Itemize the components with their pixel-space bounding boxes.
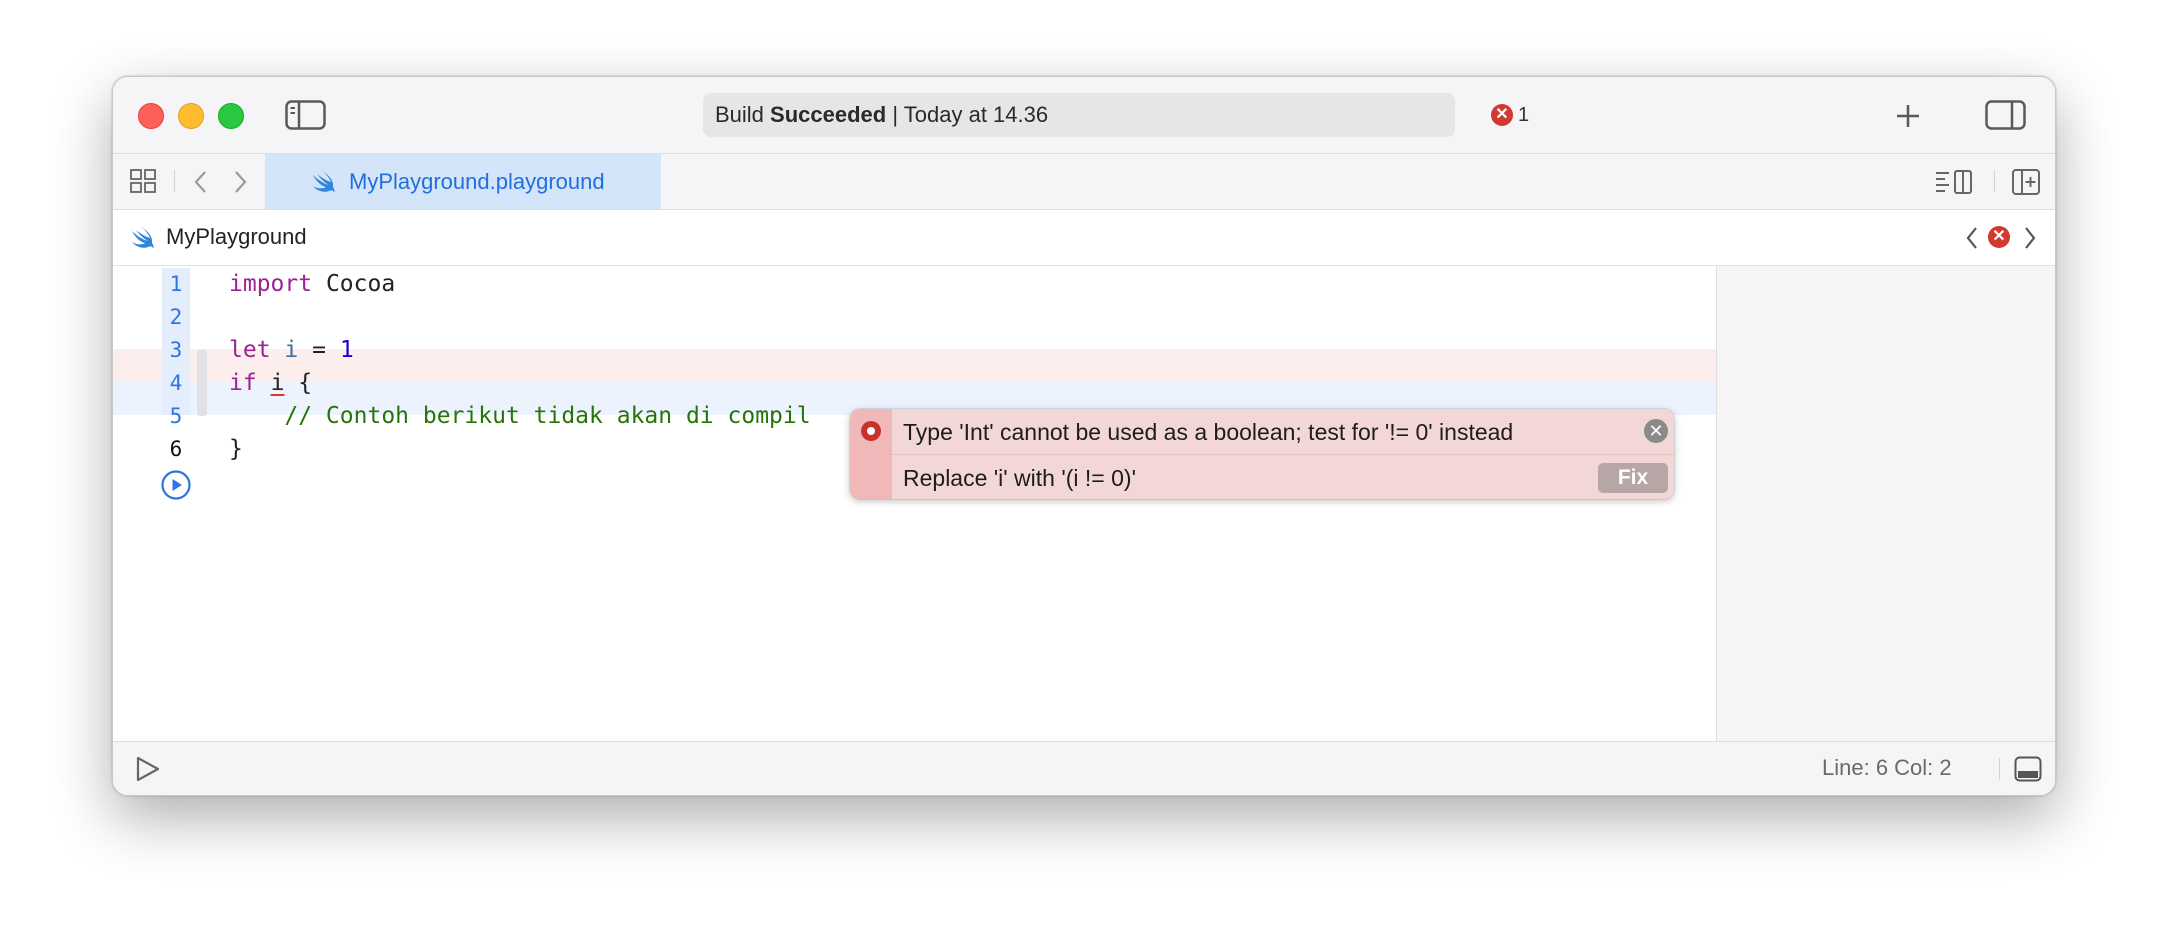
code-line-1: import Cocoa bbox=[229, 268, 395, 301]
line-number: 3 bbox=[169, 338, 183, 362]
brace-token: { bbox=[298, 370, 313, 396]
number-token: 1 bbox=[339, 337, 354, 363]
close-button[interactable]: ✕ bbox=[1644, 419, 1668, 443]
title-bar: Build Succeeded | Today at 14.36 ✕ 1 bbox=[113, 77, 2055, 154]
code-line-4: if i { bbox=[229, 367, 312, 400]
minimize-window-button[interactable] bbox=[178, 103, 204, 129]
line-number: 4 bbox=[169, 371, 183, 395]
keyword-token: let bbox=[229, 337, 271, 363]
bottom-bar: Line: 6 Col: 2 bbox=[113, 741, 2055, 795]
debug-area-toggle-icon[interactable] bbox=[2014, 756, 2042, 782]
line-number: 2 bbox=[169, 305, 183, 329]
error-icon[interactable]: ✕ bbox=[1988, 226, 2010, 248]
results-sidebar bbox=[1716, 266, 2055, 741]
identifier-token: Cocoa bbox=[325, 271, 396, 297]
fixit-suggestion[interactable]: Replace 'i' with '(i != 0)' bbox=[903, 465, 1136, 492]
issue-badge[interactable]: ✕ 1 bbox=[1491, 103, 1529, 127]
divider bbox=[892, 454, 1674, 455]
divider bbox=[1994, 170, 1995, 192]
build-status[interactable]: Build Succeeded | Today at 14.36 bbox=[703, 93, 1455, 137]
operator-token: = bbox=[312, 337, 326, 363]
editor-options-icon[interactable] bbox=[1935, 169, 1973, 195]
brace-token: } bbox=[229, 436, 243, 462]
tab-bar: MyPlayground.playground bbox=[113, 154, 2055, 210]
back-chevron-icon[interactable] bbox=[193, 170, 209, 194]
jump-bar-file[interactable]: MyPlayground bbox=[166, 224, 307, 250]
tab-myplayground[interactable]: MyPlayground.playground bbox=[265, 154, 661, 209]
zoom-window-button[interactable] bbox=[218, 103, 244, 129]
comment-token: // Contoh berikut tidak akan di compil bbox=[284, 403, 811, 429]
navigator-toggle-icon[interactable] bbox=[285, 99, 327, 131]
cursor-position: Line: 6 Col: 2 bbox=[1822, 755, 1952, 780]
plus-icon[interactable] bbox=[1895, 103, 1921, 129]
divider bbox=[174, 170, 175, 192]
swift-icon bbox=[132, 227, 154, 248]
jump-bar: MyPlayground ✕ bbox=[113, 210, 2055, 266]
error-strip bbox=[850, 409, 892, 499]
build-status-result: Succeeded bbox=[770, 102, 887, 127]
code-line-3: let i = 1 bbox=[229, 334, 354, 367]
keyword-token: if bbox=[229, 370, 257, 396]
divider bbox=[1999, 758, 2000, 780]
line-number: 5 bbox=[169, 404, 183, 428]
add-editor-icon[interactable] bbox=[2012, 169, 2040, 195]
error-token: i bbox=[270, 370, 285, 396]
swift-icon bbox=[313, 170, 335, 192]
fix-button[interactable]: Fix bbox=[1598, 463, 1668, 493]
keyword-token: import bbox=[229, 271, 313, 297]
code-editor[interactable]: 1 2 3 4 5 6 import Cocoa let i = 1 if i … bbox=[113, 266, 1716, 741]
identifier-token: i bbox=[284, 337, 299, 363]
line-number: 1 bbox=[169, 272, 183, 296]
change-bar bbox=[197, 350, 207, 416]
build-status-prefix: Build bbox=[715, 102, 764, 127]
build-status-time: | Today at 14.36 bbox=[892, 102, 1049, 127]
issue-count: 1 bbox=[1518, 103, 1530, 126]
run-to-line-icon[interactable] bbox=[160, 469, 192, 501]
error-icon bbox=[861, 421, 881, 441]
previous-issue-chevron-icon[interactable] bbox=[1965, 226, 1979, 250]
tab-label: MyPlayground.playground bbox=[349, 168, 605, 194]
xcode-window: Build Succeeded | Today at 14.36 ✕ 1 MyP… bbox=[112, 76, 2056, 796]
code-line-6: } bbox=[229, 433, 243, 466]
error-message: Type 'Int' cannot be used as a boolean; … bbox=[903, 419, 1514, 445]
close-window-button[interactable] bbox=[138, 103, 164, 129]
error-icon: ✕ bbox=[1491, 104, 1513, 126]
run-playground-icon[interactable] bbox=[135, 756, 161, 782]
inspector-toggle-icon[interactable] bbox=[1985, 99, 2027, 131]
next-issue-chevron-icon[interactable] bbox=[2023, 226, 2037, 250]
error-popup[interactable]: Type 'Int' cannot be used as a boolean; … bbox=[850, 409, 1674, 499]
line-number-current: 6 bbox=[169, 437, 183, 461]
grid-icon[interactable] bbox=[130, 169, 158, 195]
forward-chevron-icon[interactable] bbox=[232, 170, 248, 194]
code-line-5: // Contoh berikut tidak akan di compil bbox=[229, 400, 811, 433]
